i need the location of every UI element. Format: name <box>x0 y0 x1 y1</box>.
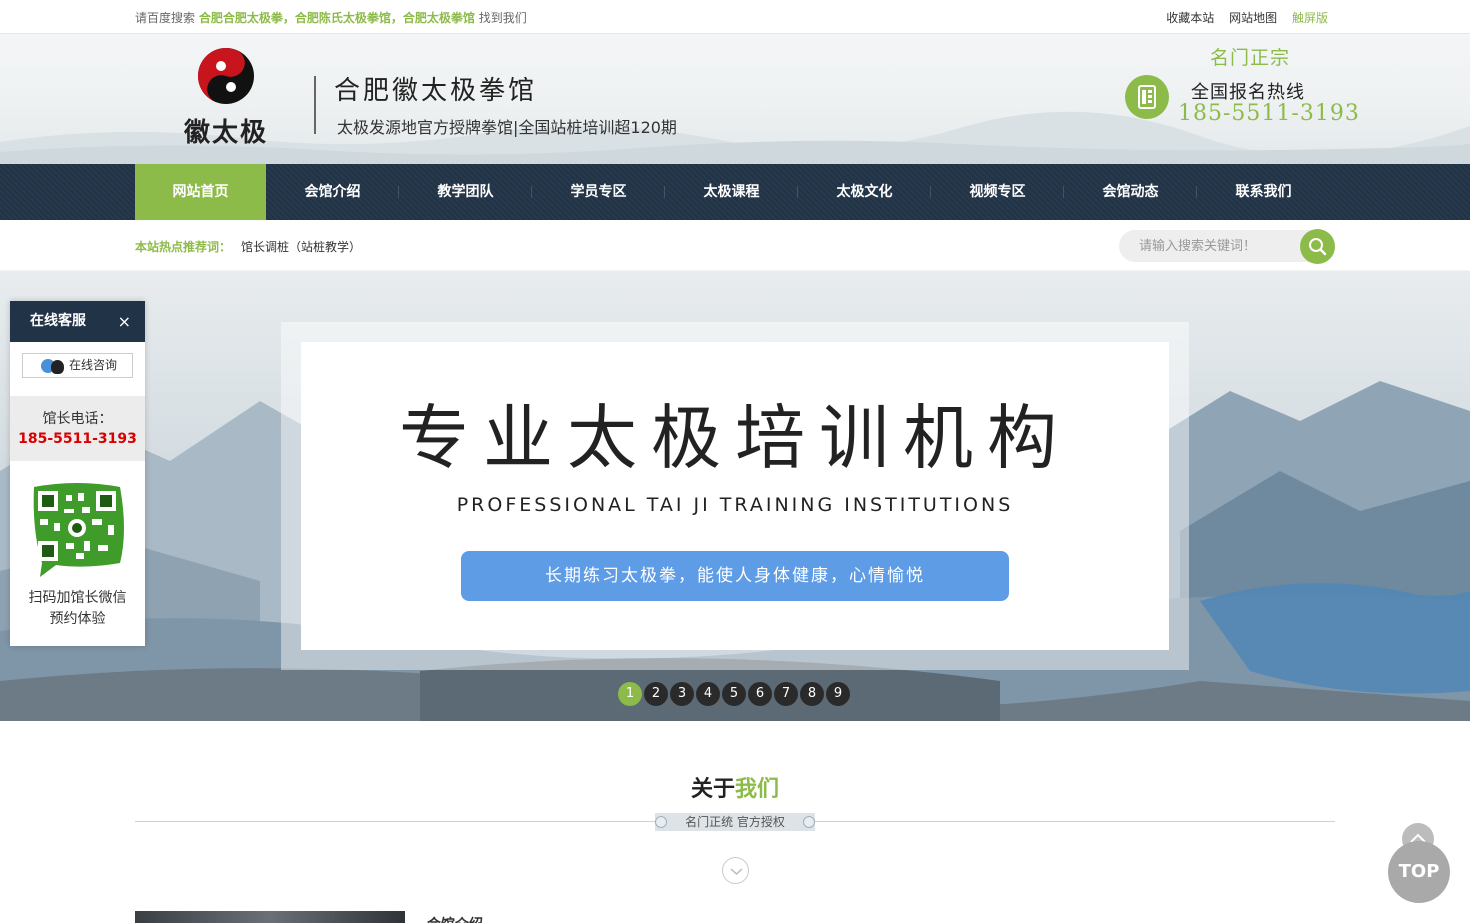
nav-item-contact[interactable]: 联系我们 <box>1197 164 1330 220</box>
slide-dot[interactable]: 5 <box>722 682 746 706</box>
nav-item-label: 学员专区 <box>570 184 627 200</box>
nav-item-team[interactable]: 教学团队 <box>399 164 532 220</box>
mobile-version-link[interactable]: 触屏版 <box>1292 11 1328 25</box>
slide-dot[interactable]: 7 <box>774 682 798 706</box>
header-divider <box>314 76 316 134</box>
nav-item-courses[interactable]: 太极课程 <box>665 164 798 220</box>
logo-text: 徽太极 <box>184 118 269 148</box>
site-subtitle: 太极发源地官方授牌拳馆|全国站桩培训超120期 <box>337 118 677 137</box>
slide-cta-button[interactable]: 长期练习太极拳，能使人身体健康，心情愉悦 <box>461 551 1009 601</box>
nav-item-label: 联系我们 <box>1235 184 1292 200</box>
about-subtitle-box: 名门正统 官方授权 <box>655 813 815 831</box>
slide-pagination: 1 2 3 4 5 6 7 8 9 <box>618 682 852 706</box>
search-hint-suffix: 找到我们 <box>478 11 527 25</box>
search-button[interactable] <box>1300 229 1335 264</box>
main-nav: 网站首页 会馆介绍 教学团队 学员专区 太极课程 太极文化 视频专区 会馆动态 … <box>0 164 1470 220</box>
circle-right-icon <box>803 816 815 828</box>
about-title-part1: 关于 <box>690 777 735 802</box>
slide-dot[interactable]: 4 <box>696 682 720 706</box>
slide-card: 专业太极培训机构 PROFESSIONAL TAI JI TRAINING IN… <box>301 342 1169 650</box>
search-hint-keywords: 合肥合肥太极拳，合肥陈氏太极拳馆，合肥太极拳馆 <box>198 11 475 25</box>
back-to-top-button[interactable]: TOP <box>1388 823 1450 903</box>
hot-keywords-label: 本站热点推荐词： <box>135 240 232 254</box>
motto: 名门正宗 <box>1210 47 1291 69</box>
top-label: TOP <box>1398 861 1440 882</box>
search-hint-prefix: 请百度搜索 <box>135 11 196 25</box>
nav-item-label: 教学团队 <box>437 184 494 200</box>
bookmark-link[interactable]: 收藏本站 <box>1166 11 1214 25</box>
nav-item-students[interactable]: 学员专区 <box>532 164 665 220</box>
qq-penguin-icon <box>51 360 64 374</box>
qr-caption: 扫码加馆长微信 预约体验 <box>10 588 145 630</box>
top-bar: 请百度搜索 合肥合肥太极拳，合肥陈氏太极拳馆，合肥太极拳馆 找到我们 收藏本站 … <box>0 0 1470 34</box>
slide-subtitle-en: PROFESSIONAL TAI JI TRAINING INSTITUTION… <box>456 494 1014 516</box>
search-icon <box>1309 238 1327 256</box>
service-panel-title: 在线客服 <box>30 313 86 329</box>
nav-item-label: 会馆介绍 <box>304 184 361 200</box>
hot-search-row: 本站热点推荐词： 馆长调桩（站桩教学） <box>0 220 1470 270</box>
search-hint: 请百度搜索 合肥合肥太极拳，合肥陈氏太极拳馆，合肥太极拳馆 找到我们 <box>135 9 527 26</box>
chevron-down-icon[interactable] <box>722 857 749 884</box>
about-image <box>135 911 405 923</box>
wechat-qr-code <box>33 483 124 577</box>
top-links: 收藏本站 网站地图 触屏版 <box>1155 9 1328 26</box>
about-title-part2: 我们 <box>735 777 780 802</box>
slide-dot[interactable]: 8 <box>800 682 824 706</box>
slide-dot[interactable]: 2 <box>644 682 668 706</box>
hot-keyword-link[interactable]: 馆长调桩（站桩教学） <box>241 238 361 255</box>
site-title: 合肥徽太极拳馆 <box>334 76 538 106</box>
nav-item-label: 太极课程 <box>703 184 760 200</box>
manager-phone-label: 馆长电话： <box>42 411 113 427</box>
nav-item-label: 会馆动态 <box>1102 184 1159 200</box>
hotline-number: 185-5511-3193 <box>1178 101 1360 126</box>
nav-item-label: 视频专区 <box>969 184 1026 200</box>
qq-consult-button[interactable]: 在线咨询 <box>22 353 133 378</box>
header: 徽太极 合肥徽太极拳馆 太极发源地官方授牌拳馆|全国站桩培训超120期 名门正宗… <box>0 34 1470 164</box>
nav-item-news[interactable]: 会馆动态 <box>1064 164 1197 220</box>
qq-consult-label: 在线咨询 <box>68 358 117 372</box>
service-panel-header: 在线客服 × <box>10 301 145 342</box>
qr-caption-line1: 扫码加馆长微信 <box>28 590 127 606</box>
nav-item-videos[interactable]: 视频专区 <box>931 164 1064 220</box>
sitemap-link[interactable]: 网站地图 <box>1229 11 1277 25</box>
nav-item-home[interactable]: 网站首页 <box>135 164 266 220</box>
about-item-title[interactable]: 会馆介绍 <box>427 914 483 923</box>
nav-item-label: 太极文化 <box>836 184 893 200</box>
manager-phone-box: 馆长电话： 185-5511-3193 <box>10 396 145 461</box>
circle-left-icon <box>655 816 667 828</box>
close-icon[interactable]: × <box>118 301 131 342</box>
online-service-panel: 在线客服 × 在线咨询 馆长电话： 185-5511-3193 扫码加馆长微信 … <box>10 301 145 646</box>
phone-icon <box>1125 75 1169 119</box>
qr-caption-line2: 预约体验 <box>49 611 106 627</box>
nav-item-culture[interactable]: 太极文化 <box>798 164 931 220</box>
about-section-title: 关于我们 <box>0 771 1470 803</box>
nav-item-about[interactable]: 会馆介绍 <box>266 164 399 220</box>
search-box <box>1119 229 1335 264</box>
slide-dot[interactable]: 6 <box>748 682 772 706</box>
manager-phone-number: 185-5511-3193 <box>18 431 137 447</box>
search-input[interactable] <box>1139 237 1299 255</box>
slide-dot[interactable]: 9 <box>826 682 850 706</box>
about-subtitle: 名门正统 官方授权 <box>685 815 785 829</box>
slide-title: 专业太极培训机构 <box>399 397 1071 479</box>
slide-dot[interactable]: 1 <box>618 682 642 706</box>
slide-dot[interactable]: 3 <box>670 682 694 706</box>
